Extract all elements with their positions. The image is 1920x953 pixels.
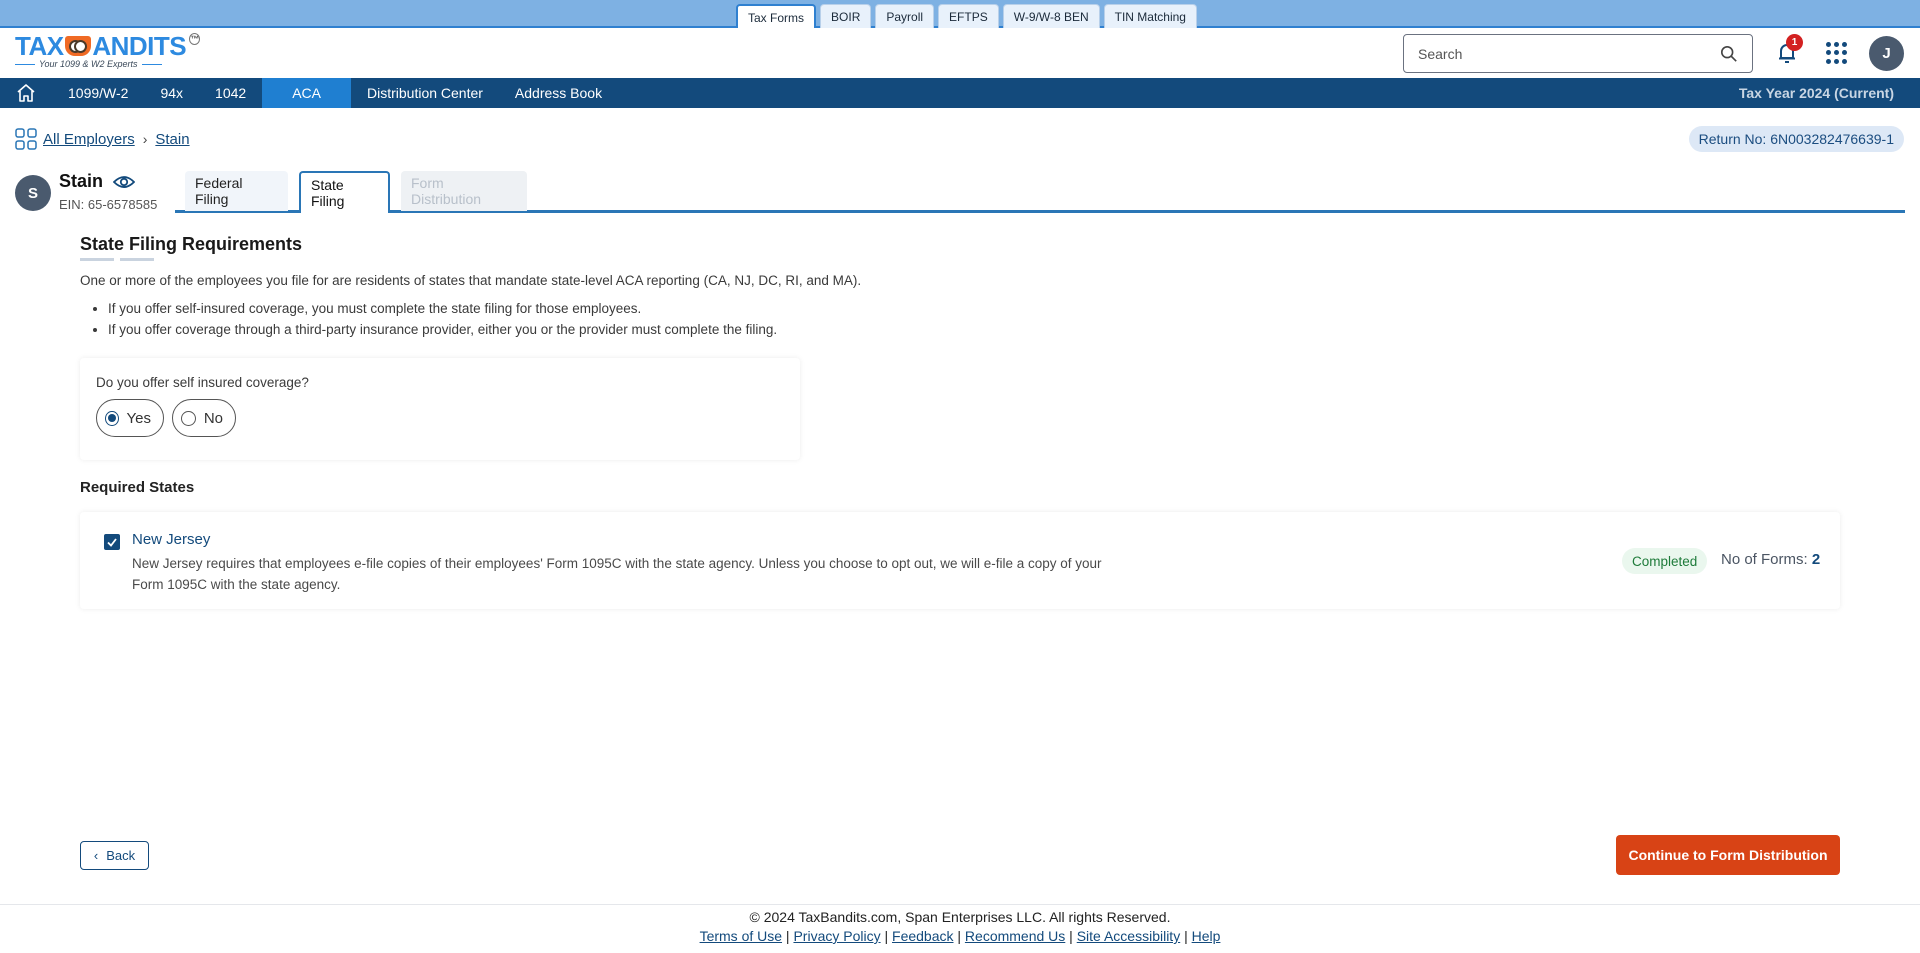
forms-count-value: 2 xyxy=(1811,551,1821,568)
home-icon xyxy=(17,84,35,102)
owl-icon xyxy=(64,36,92,56)
radio-checked-icon xyxy=(105,410,119,426)
footer-link-privacy[interactable]: Privacy Policy xyxy=(793,928,880,944)
footer: © 2024 TaxBandits.com, Span Enterprises … xyxy=(0,904,1920,953)
breadcrumb: All Employers › Stain xyxy=(15,128,190,150)
eye-icon[interactable] xyxy=(113,174,136,190)
forms-count-label: No of Forms: xyxy=(1721,551,1808,568)
requirements-list: If you offer self-insured coverage, you … xyxy=(108,301,777,343)
tab-form-distribution: Form Distribution xyxy=(401,171,527,211)
state-item-new-jersey: New Jersey New Jersey requires that empl… xyxy=(80,512,1840,609)
footer-link-help[interactable]: Help xyxy=(1192,928,1221,944)
self-insured-question-card: Do you offer self insured coverage? Yes … xyxy=(80,358,800,460)
forms-count: No of Forms: 2 xyxy=(1721,551,1820,568)
product-tab-w9-w8ben[interactable]: W-9/W-8 BEN xyxy=(1002,4,1100,28)
continue-to-form-distribution-button[interactable]: Continue to Form Distribution xyxy=(1616,835,1840,875)
employer-name: Stain xyxy=(59,171,104,191)
title-underline xyxy=(80,258,154,261)
tab-state-filing[interactable]: State Filing xyxy=(299,171,390,213)
radio-no[interactable]: No xyxy=(172,399,236,437)
chevron-left-icon: ‹ xyxy=(93,848,99,863)
radio-yes[interactable]: Yes xyxy=(96,399,164,437)
state-description: New Jersey requires that employees e-fil… xyxy=(132,556,1102,592)
footer-link-terms[interactable]: Terms of Use xyxy=(700,928,782,944)
user-avatar[interactable]: J xyxy=(1869,36,1904,71)
taxbandits-logo[interactable]: TAX ANDITS ™ Your 1099 & W2 Experts xyxy=(15,31,200,75)
product-tab-payroll[interactable]: Payroll xyxy=(875,4,935,28)
return-number-badge: Return No: 6N003282476639-1 xyxy=(1688,126,1904,152)
main-nav: 1099/W-2 94x 1042 ACA Distribution Cente… xyxy=(0,78,1920,108)
home-button[interactable] xyxy=(0,78,52,108)
search-input[interactable] xyxy=(1418,45,1720,62)
requirement-item: If you offer self-insured coverage, you … xyxy=(108,301,777,317)
back-button[interactable]: ‹ Back xyxy=(80,841,149,870)
product-tab-tin-matching[interactable]: TIN Matching xyxy=(1103,4,1197,28)
search-field[interactable] xyxy=(1403,34,1753,73)
breadcrumb-employer[interactable]: Stain xyxy=(155,131,189,148)
product-tabs: Tax Forms BOIR Payroll EFTPS W-9/W-8 BEN… xyxy=(736,4,1197,30)
chevron-right-icon: › xyxy=(142,131,148,147)
product-tabs-bar: Tax Forms BOIR Payroll EFTPS W-9/W-8 BEN… xyxy=(0,0,1920,30)
header: TAX ANDITS ™ Your 1099 & W2 Experts 1 J xyxy=(0,28,1920,78)
product-tab-tax-forms[interactable]: Tax Forms xyxy=(736,4,817,30)
requirement-item: If you offer coverage through a third-pa… xyxy=(108,322,777,338)
copyright: © 2024 TaxBandits.com, Span Enterprises … xyxy=(749,909,1171,925)
state-checkbox[interactable] xyxy=(104,534,120,550)
product-tab-eftps[interactable]: EFTPS xyxy=(938,4,999,28)
nav-item-aca[interactable]: ACA xyxy=(262,78,351,108)
footer-links: Terms of Use | Privacy Policy | Feedback… xyxy=(699,928,1221,944)
employer-avatar: S xyxy=(15,175,51,211)
tab-federal-filing[interactable]: Federal Filing xyxy=(185,171,288,211)
footer-link-recommend[interactable]: Recommend Us xyxy=(965,928,1065,944)
tax-year-selector[interactable]: Tax Year 2024 (Current) xyxy=(1739,78,1894,108)
section-title: State Filing Requirements xyxy=(80,234,303,254)
employer-ein: EIN: 65-6578585 xyxy=(59,197,158,212)
state-name: New Jersey xyxy=(132,531,211,548)
nav-item-94x[interactable]: 94x xyxy=(144,78,199,108)
breadcrumb-all-employers[interactable]: All Employers xyxy=(43,131,135,148)
nav-item-distribution-center[interactable]: Distribution Center xyxy=(351,78,499,108)
search-icon[interactable] xyxy=(1720,45,1738,63)
radio-yes-label: Yes xyxy=(126,409,151,427)
required-states-title: Required States xyxy=(80,479,195,496)
nav-item-1099-w2[interactable]: 1099/W-2 xyxy=(52,78,144,108)
checkmark-icon xyxy=(107,538,117,547)
nav-item-1042[interactable]: 1042 xyxy=(199,78,262,108)
intro-text: One or more of the employees you file fo… xyxy=(80,273,862,288)
radio-no-label: No xyxy=(203,409,223,427)
question-label: Do you offer self insured coverage? xyxy=(96,375,309,390)
employer-name-row: Stain xyxy=(59,171,136,192)
notification-badge: 1 xyxy=(1786,34,1803,51)
product-tab-boir[interactable]: BOIR xyxy=(820,4,872,28)
radio-unchecked-icon xyxy=(181,410,196,426)
footer-link-feedback[interactable]: Feedback xyxy=(892,928,953,944)
logo-tagline: Your 1099 & W2 Experts xyxy=(39,59,138,69)
footer-link-accessibility[interactable]: Site Accessibility xyxy=(1077,928,1180,944)
logo-text-right: ANDITS xyxy=(92,31,187,61)
logo-text-left: TAX xyxy=(15,31,64,61)
trademark-icon: ™ xyxy=(189,33,200,45)
status-badge: Completed xyxy=(1622,548,1708,574)
back-button-label: Back xyxy=(106,848,136,863)
nav-item-address-book[interactable]: Address Book xyxy=(499,78,618,108)
dashboard-grid-icon[interactable] xyxy=(15,128,37,150)
apps-grid-icon[interactable] xyxy=(1826,42,1848,64)
